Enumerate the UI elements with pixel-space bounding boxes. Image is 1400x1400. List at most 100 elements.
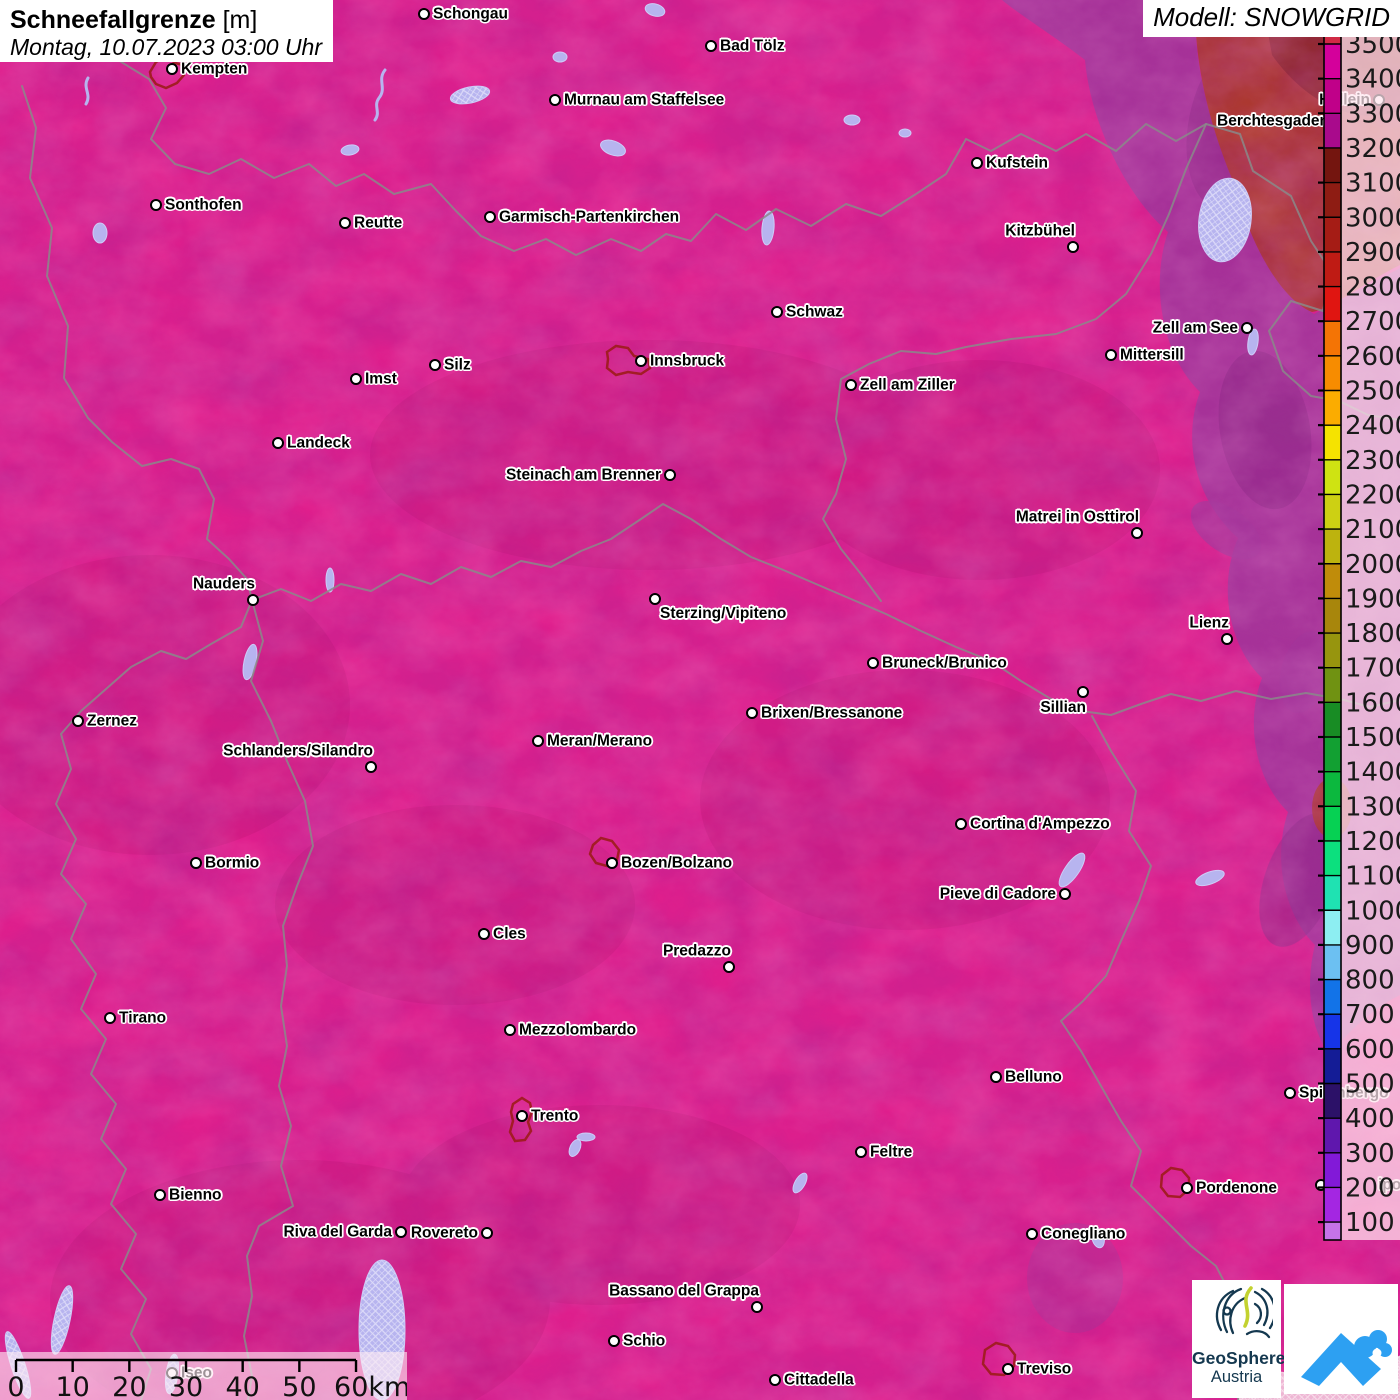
- city-label: Tirano: [119, 1009, 167, 1027]
- partner-logo-box: [1284, 1284, 1398, 1394]
- colorbar-segment: [1324, 321, 1341, 356]
- city-dot: [154, 1189, 166, 1201]
- city-label: Zernez: [87, 712, 137, 730]
- city-label: Nauders: [192, 575, 255, 593]
- colorbar-segment: [1324, 702, 1341, 737]
- city-label: Landeck: [287, 434, 350, 452]
- colorbar-segment: [1324, 944, 1341, 980]
- city-dot: [365, 761, 377, 773]
- colorbar-value: 1500: [1345, 723, 1400, 753]
- city-label: Conegliano: [1041, 1225, 1126, 1243]
- colorbar-segment: [1324, 1083, 1341, 1119]
- city-dot: [1221, 633, 1233, 645]
- colorbar-value: 200: [1345, 1173, 1395, 1203]
- city-label: Schlanders/Silandro: [223, 742, 373, 760]
- scalebar-ticks: [14, 1360, 358, 1372]
- city-label: Brixen/Bressanone: [761, 704, 903, 722]
- city-label: Belluno: [1005, 1068, 1062, 1086]
- colorbar-value: 2300: [1345, 446, 1400, 476]
- colorbar-value: 2000: [1345, 550, 1400, 580]
- city-dot: [1059, 888, 1071, 900]
- city-dot: [272, 437, 284, 449]
- city-label: Zell am See: [1152, 319, 1238, 337]
- geosphere-contour-icon: [1215, 1286, 1276, 1339]
- city-label: Pordenone: [1196, 1179, 1277, 1197]
- colorbar-value: 2700: [1345, 307, 1400, 337]
- city-dot: [608, 1335, 620, 1347]
- city-dot: [1181, 1182, 1193, 1194]
- colorbar-value: 600: [1345, 1035, 1395, 1065]
- city-label: Murnau am Staffelsee: [564, 91, 725, 109]
- colorbar-segment: [1324, 840, 1341, 876]
- mountain-cloud-icon: [1301, 1330, 1392, 1386]
- city-label: Sterzing/Vipiteno: [660, 605, 787, 622]
- city-dot: [867, 657, 879, 669]
- colorbar-segment: [1324, 459, 1341, 495]
- city-dot: [72, 715, 84, 727]
- scalebar-number: 60km: [334, 1372, 407, 1400]
- colorbar-value: 2500: [1345, 377, 1400, 407]
- city-dot: [635, 355, 647, 367]
- scalebar-numbers: 0 10 20 30 40 50 60km: [7, 1372, 410, 1400]
- city-dot: [1026, 1228, 1038, 1240]
- colorbar-segment: [1324, 78, 1341, 114]
- scalebar-number: 50: [282, 1372, 316, 1400]
- city-dot: [504, 1024, 516, 1036]
- colorbar-segment: [1324, 1222, 1341, 1240]
- city-dot: [1284, 1087, 1296, 1099]
- colorbar-segment: [1324, 806, 1341, 841]
- colorbar-value: 2800: [1345, 273, 1400, 303]
- city-dot: [649, 593, 661, 605]
- colorbar-segment: [1324, 355, 1341, 391]
- city-label: Imst: [365, 370, 397, 388]
- weather-map-page: Schongau Bad Tölz Kempten Murnau am Staffel…: [0, 0, 1400, 1400]
- colorbar-segment: [1324, 1048, 1341, 1084]
- colorbar-value: 3400: [1345, 65, 1400, 95]
- city-label: Lienz: [1189, 614, 1229, 632]
- colorbar-value: 3100: [1345, 169, 1400, 199]
- scalebar-number: 0: [7, 1372, 24, 1400]
- title-datetime: Montag, 10.07.2023 03:00 Uhr: [10, 34, 323, 60]
- city-dot: [723, 961, 735, 973]
- title-unit: [m]: [222, 6, 258, 34]
- city-label: Garmisch-Partenkirchen: [499, 208, 680, 226]
- geosphere-logo-box: GeoSphere Austria: [1192, 1280, 1285, 1398]
- city-label: Bad Tölz: [720, 37, 785, 55]
- colorbar-segment: [1324, 251, 1341, 287]
- city-label: Schio: [623, 1332, 666, 1350]
- city-label: Silz: [444, 356, 471, 374]
- colorbar-segment: [1324, 979, 1341, 1015]
- city-dot: [481, 1227, 493, 1239]
- colorbar-segment: [1324, 425, 1341, 460]
- city-label: Innsbruck: [650, 352, 725, 370]
- city-dot: [1241, 322, 1253, 334]
- colorbar-segment: [1324, 910, 1341, 945]
- colorbar-segment: [1324, 875, 1341, 911]
- colorbar-value: 500: [1345, 1070, 1395, 1100]
- city-label: Bormio: [205, 854, 260, 872]
- city-dot: [664, 469, 676, 481]
- colorbar-segment: [1324, 390, 1341, 426]
- city-dot: [606, 857, 618, 869]
- colorbar-segment: [1324, 1118, 1341, 1153]
- city-label: Mittersill: [1120, 346, 1184, 364]
- colorbar-value: 400: [1345, 1104, 1395, 1134]
- colorbar-segment: [1324, 771, 1341, 807]
- city-label: Sillian: [1040, 699, 1086, 716]
- city-dot: [771, 306, 783, 318]
- colorbar-value: 2200: [1345, 480, 1400, 510]
- colorbar-segment: [1324, 598, 1341, 634]
- colorbar-value: 2900: [1345, 238, 1400, 268]
- city-label: Mezzolombardo: [519, 1021, 637, 1039]
- city-label: Pieve di Cadore: [939, 885, 1056, 903]
- city-dot: [484, 211, 496, 223]
- colorbar-value: 300: [1345, 1139, 1395, 1169]
- colorbar-value: 900: [1345, 931, 1395, 961]
- city-dot: [190, 857, 202, 869]
- model-box: Modell: SNOWGRID: [1143, 0, 1400, 37]
- colorbar-value: 1800: [1345, 619, 1400, 649]
- colorbar-segment: [1324, 1152, 1341, 1188]
- city-dot: [1131, 527, 1143, 539]
- colorbar-segment: [1324, 147, 1341, 183]
- colorbar-segment: [1324, 667, 1341, 703]
